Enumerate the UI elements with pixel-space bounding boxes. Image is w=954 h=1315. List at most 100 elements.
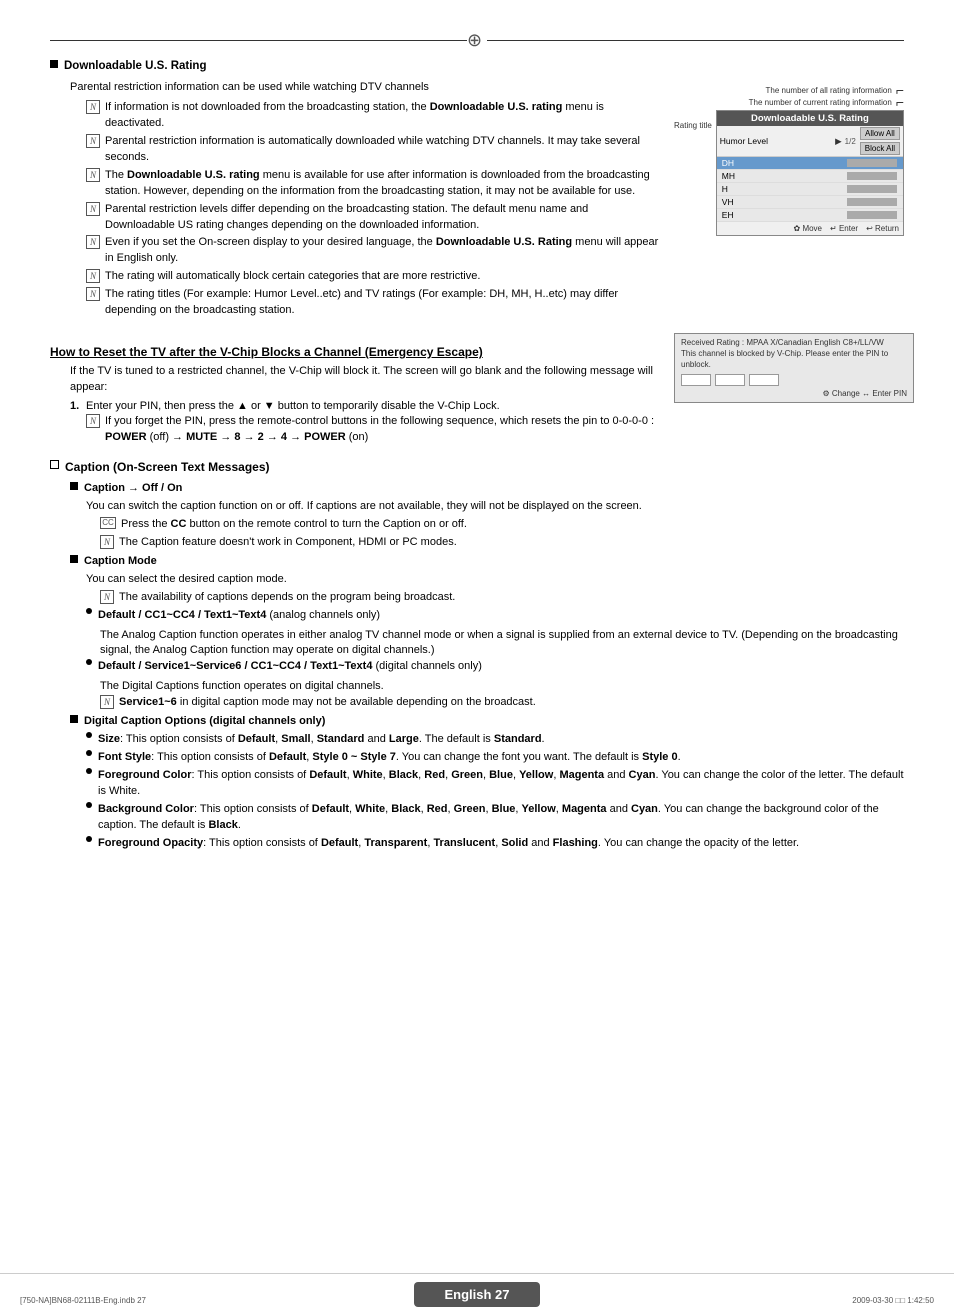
caption-off-on-row: Caption → Off / On xyxy=(50,482,904,497)
emergency-section: How to Reset the TV after the V-Chip Blo… xyxy=(50,333,904,448)
item-label-mh: MH xyxy=(720,171,847,181)
rating-item-h: H xyxy=(717,183,903,196)
note-icon-6: N xyxy=(86,269,100,283)
note-2: Parental restriction information is auto… xyxy=(105,134,659,166)
dot-bullet-fg-color xyxy=(86,768,92,774)
note-icon-5: N xyxy=(86,235,100,249)
footer-left-text: [750-NA]BN68-02111B-Eng.indb 27 xyxy=(20,1296,146,1305)
dot-bullet-font xyxy=(86,750,92,756)
digital-caption: Default / Service1~Service6 / CC1~CC4 / … xyxy=(98,659,904,675)
note-7: The rating titles (For example: Humor Le… xyxy=(105,287,659,319)
caption-cc-note-row: CC Press the CC button on the remote con… xyxy=(50,517,904,533)
digital-options-row: Digital Caption Options (digital channel… xyxy=(50,715,904,730)
rating-label-current: The number of current rating information xyxy=(749,97,892,108)
rating-humor-row: Humor Level ▶ 1/2 Allow All Block All xyxy=(717,126,903,157)
caption-mode-note-row: N The availability of captions depends o… xyxy=(50,590,904,606)
caption-note-icon-1: N xyxy=(100,535,114,549)
downloadable-section: Downloadable U.S. Rating Parental restri… xyxy=(50,60,904,321)
footer-move: ✿ Move xyxy=(794,224,823,233)
rating-box-header: Downloadable U.S. Rating xyxy=(717,111,903,126)
rating-item-eh: EH xyxy=(717,209,903,222)
fg-opacity-option-row: Foreground Opacity: This option consists… xyxy=(50,836,904,852)
note-6: The rating will automatically block cert… xyxy=(105,269,659,285)
digital-caption-row: Default / Service1~Service6 / CC1~CC4 / … xyxy=(50,659,904,675)
downloadable-intro: Parental restriction information can be … xyxy=(50,80,659,96)
caption-mode-desc: You can select the desired caption mode. xyxy=(50,572,904,588)
vchip-input-2[interactable] xyxy=(715,374,745,386)
note-4: Parental restriction levels differ depen… xyxy=(105,202,659,234)
downloadable-heading-row: Downloadable U.S. Rating xyxy=(50,60,659,76)
rating-buttons: Allow All Block All xyxy=(860,127,900,155)
fg-color-option: Foreground Color: This option consists o… xyxy=(98,768,904,800)
page-number-text: English 27 xyxy=(444,1287,509,1302)
caption-hdmi-note-row: N The Caption feature doesn't work in Co… xyxy=(50,535,904,551)
black-square-digital xyxy=(70,715,78,723)
emergency-note: If you forget the PIN, press the remote-… xyxy=(105,414,659,446)
service-note: Service1~6 in digital caption mode may n… xyxy=(119,695,904,711)
note-icon-2: N xyxy=(86,134,100,148)
rating-box-with-label: Rating title Downloadable U.S. Rating Hu… xyxy=(674,110,904,236)
rating-label-current-row: The number of current rating information… xyxy=(674,97,904,108)
emergency-intro: If the TV is tuned to a restricted chann… xyxy=(50,364,659,396)
vchip-body: This channel is blocked by V-Chip. Pleas… xyxy=(681,349,907,370)
dot-bullet-bg-color xyxy=(86,802,92,808)
caption-section: Caption (On-Screen Text Messages) Captio… xyxy=(50,460,904,852)
font-style-option-row: Font Style: This option consists of Defa… xyxy=(50,750,904,766)
bg-color-option: Background Color: This option consists o… xyxy=(98,802,904,834)
allow-all-button[interactable]: Allow All xyxy=(860,127,900,140)
size-option-row: Size: This option consists of Default, S… xyxy=(50,732,904,748)
caption-mode-note: The availability of captions depends on … xyxy=(119,590,904,606)
emergency-main: How to Reset the TV after the V-Chip Blo… xyxy=(50,333,659,448)
note-5-row: N Even if you set the On-screen display … xyxy=(50,235,659,267)
item-bar-eh xyxy=(847,211,897,219)
vchip-input-1[interactable] xyxy=(681,374,711,386)
humor-label: Humor Level xyxy=(720,136,832,146)
item-bar-vh xyxy=(847,198,897,206)
footer-return: ↩ Return xyxy=(866,224,899,233)
item-label-eh: EH xyxy=(720,210,847,220)
black-square-caption-mode xyxy=(70,555,78,563)
top-decoration xyxy=(50,30,904,50)
vchip-input-row xyxy=(681,374,907,386)
digital-caption-desc: The Digital Captions function operates o… xyxy=(50,679,904,695)
note-icon-3: N xyxy=(86,168,100,182)
size-option: Size: This option consists of Default, S… xyxy=(98,732,904,748)
vchip-footer: ⚙ Change ↔ Enter PIN xyxy=(681,389,907,398)
dot-bullet-size xyxy=(86,732,92,738)
bracket-current: ⌐ xyxy=(896,97,904,108)
rating-item-dh: DH xyxy=(717,157,903,170)
emergency-note-row: N If you forget the PIN, press the remot… xyxy=(50,414,659,446)
item-bar-h xyxy=(847,185,897,193)
humor-value: 1/2 xyxy=(845,137,856,146)
block-all-button[interactable]: Block All xyxy=(860,142,900,155)
vchip-input-3[interactable] xyxy=(749,374,779,386)
service-note-icon: N xyxy=(100,695,114,709)
dot-bullet-1 xyxy=(86,608,92,614)
caption-heading-row: Caption (On-Screen Text Messages) xyxy=(50,460,904,478)
note-2-row: N Parental restriction information is au… xyxy=(50,134,659,166)
caption-mode-note-icon: N xyxy=(100,590,114,604)
emergency-note-icon: N xyxy=(86,414,100,428)
item-bar-dh xyxy=(847,159,897,167)
top-line-left xyxy=(50,40,467,41)
note-1-row: N If information is not downloaded from … xyxy=(50,100,659,132)
main-content-left: Downloadable U.S. Rating Parental restri… xyxy=(50,60,659,321)
vchip-sidebar: Received Rating : MPAA X/Canadian Englis… xyxy=(674,333,904,448)
note-7-row: N The rating titles (For example: Humor … xyxy=(50,287,659,319)
fg-color-option-row: Foreground Color: This option consists o… xyxy=(50,768,904,800)
item-bar-mh xyxy=(847,172,897,180)
page-container: Downloadable U.S. Rating Parental restri… xyxy=(0,0,954,1315)
black-square-caption xyxy=(70,482,78,490)
black-square-icon xyxy=(50,60,58,68)
note-4-row: N Parental restriction levels differ dep… xyxy=(50,202,659,234)
caption-mode-title: Caption Mode xyxy=(84,555,157,567)
emergency-step1-row: 1. Enter your PIN, then press the ▲ or ▼… xyxy=(50,400,659,412)
note-icon-1: N xyxy=(86,100,100,114)
dot-bullet-2 xyxy=(86,659,92,665)
hollow-square-icon xyxy=(50,460,59,469)
item-label-vh: VH xyxy=(720,197,847,207)
vchip-title: Received Rating : MPAA X/Canadian Englis… xyxy=(681,338,907,347)
note-6-row: N The rating will automatically block ce… xyxy=(50,269,659,285)
dot-bullet-fg-opacity xyxy=(86,836,92,842)
note-1: If information is not downloaded from th… xyxy=(105,100,659,132)
